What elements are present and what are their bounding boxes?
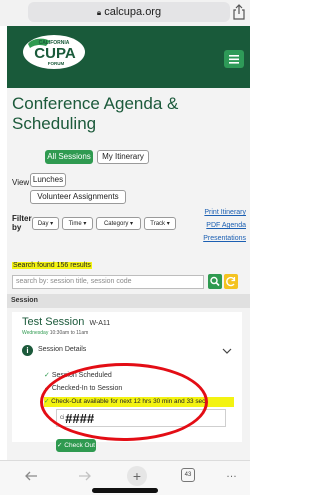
- reset-search-button[interactable]: [224, 274, 238, 289]
- new-tab-button[interactable]: +: [127, 466, 147, 486]
- session-title[interactable]: Test Session W-A11: [22, 316, 110, 328]
- my-itinerary-button[interactable]: My Itinerary: [97, 150, 149, 164]
- hamburger-icon: [229, 55, 239, 64]
- check-out-button[interactable]: ✓ Check Out: [56, 439, 96, 452]
- forward-arrow-icon[interactable]: [78, 471, 92, 481]
- checkmark-icon: ✓: [44, 372, 50, 379]
- chevron-down-icon: [222, 348, 232, 354]
- filter-label: Filter by: [12, 214, 32, 232]
- day-filter-dropdown[interactable]: Day ▾: [32, 217, 59, 230]
- cupa-logo[interactable]: CALIFORNIA CUPA FORUM: [22, 34, 86, 70]
- category-filter-dropdown[interactable]: Category ▾: [96, 217, 141, 230]
- all-sessions-button[interactable]: All Sessions: [45, 150, 93, 164]
- track-filter-dropdown[interactable]: Track ▾: [144, 217, 176, 230]
- page-title: Conference Agenda & Scheduling: [12, 94, 179, 133]
- search-icon: [210, 276, 220, 287]
- share-icon[interactable]: [232, 4, 246, 20]
- search-results-count: Search found 156 results: [12, 262, 92, 269]
- checkmark-icon: ✓: [57, 442, 63, 449]
- chevron-down-icon: ▾: [166, 221, 170, 227]
- url-text[interactable]: 🔒︎ calcupa.org: [28, 4, 230, 21]
- info-icon: i: [22, 345, 33, 356]
- tab-count-button[interactable]: 43: [181, 468, 195, 482]
- session-details-toggle[interactable]: i Session Details: [22, 344, 234, 358]
- chevron-down-icon: ▾: [130, 221, 134, 227]
- back-arrow-icon[interactable]: [24, 471, 38, 481]
- svg-text:CUPA: CUPA: [34, 45, 76, 62]
- session-column-header: Session: [7, 294, 250, 308]
- chevron-down-icon: ▾: [50, 221, 54, 227]
- lunches-button[interactable]: Lunches: [30, 173, 66, 187]
- lock-icon: 🔒︎: [96, 8, 102, 17]
- svg-text:FORUM: FORUM: [48, 61, 65, 66]
- time-filter-dropdown[interactable]: Time ▾: [62, 217, 93, 230]
- hamburger-menu-button[interactable]: [224, 50, 244, 68]
- volunteer-assignments-button[interactable]: Volunteer Assignments: [30, 190, 126, 204]
- presentations-link[interactable]: Presentations: [180, 235, 246, 242]
- home-indicator: [92, 488, 158, 493]
- annotation-circle: [40, 363, 208, 441]
- more-options-icon[interactable]: …: [226, 468, 238, 480]
- view-label: View: [12, 178, 30, 187]
- session-time: Wednesday 10:30am to 11am: [22, 330, 89, 336]
- search-button[interactable]: [208, 274, 222, 289]
- pdf-agenda-link[interactable]: PDF Agenda: [180, 222, 246, 229]
- search-input[interactable]: search by: session title, session code: [12, 275, 204, 289]
- chevron-down-icon: ▾: [83, 221, 87, 227]
- session-code: W-A11: [89, 320, 111, 327]
- refresh-icon: [226, 276, 236, 287]
- plus-icon: +: [132, 468, 142, 484]
- print-itinerary-link[interactable]: Print Itinerary: [180, 209, 246, 216]
